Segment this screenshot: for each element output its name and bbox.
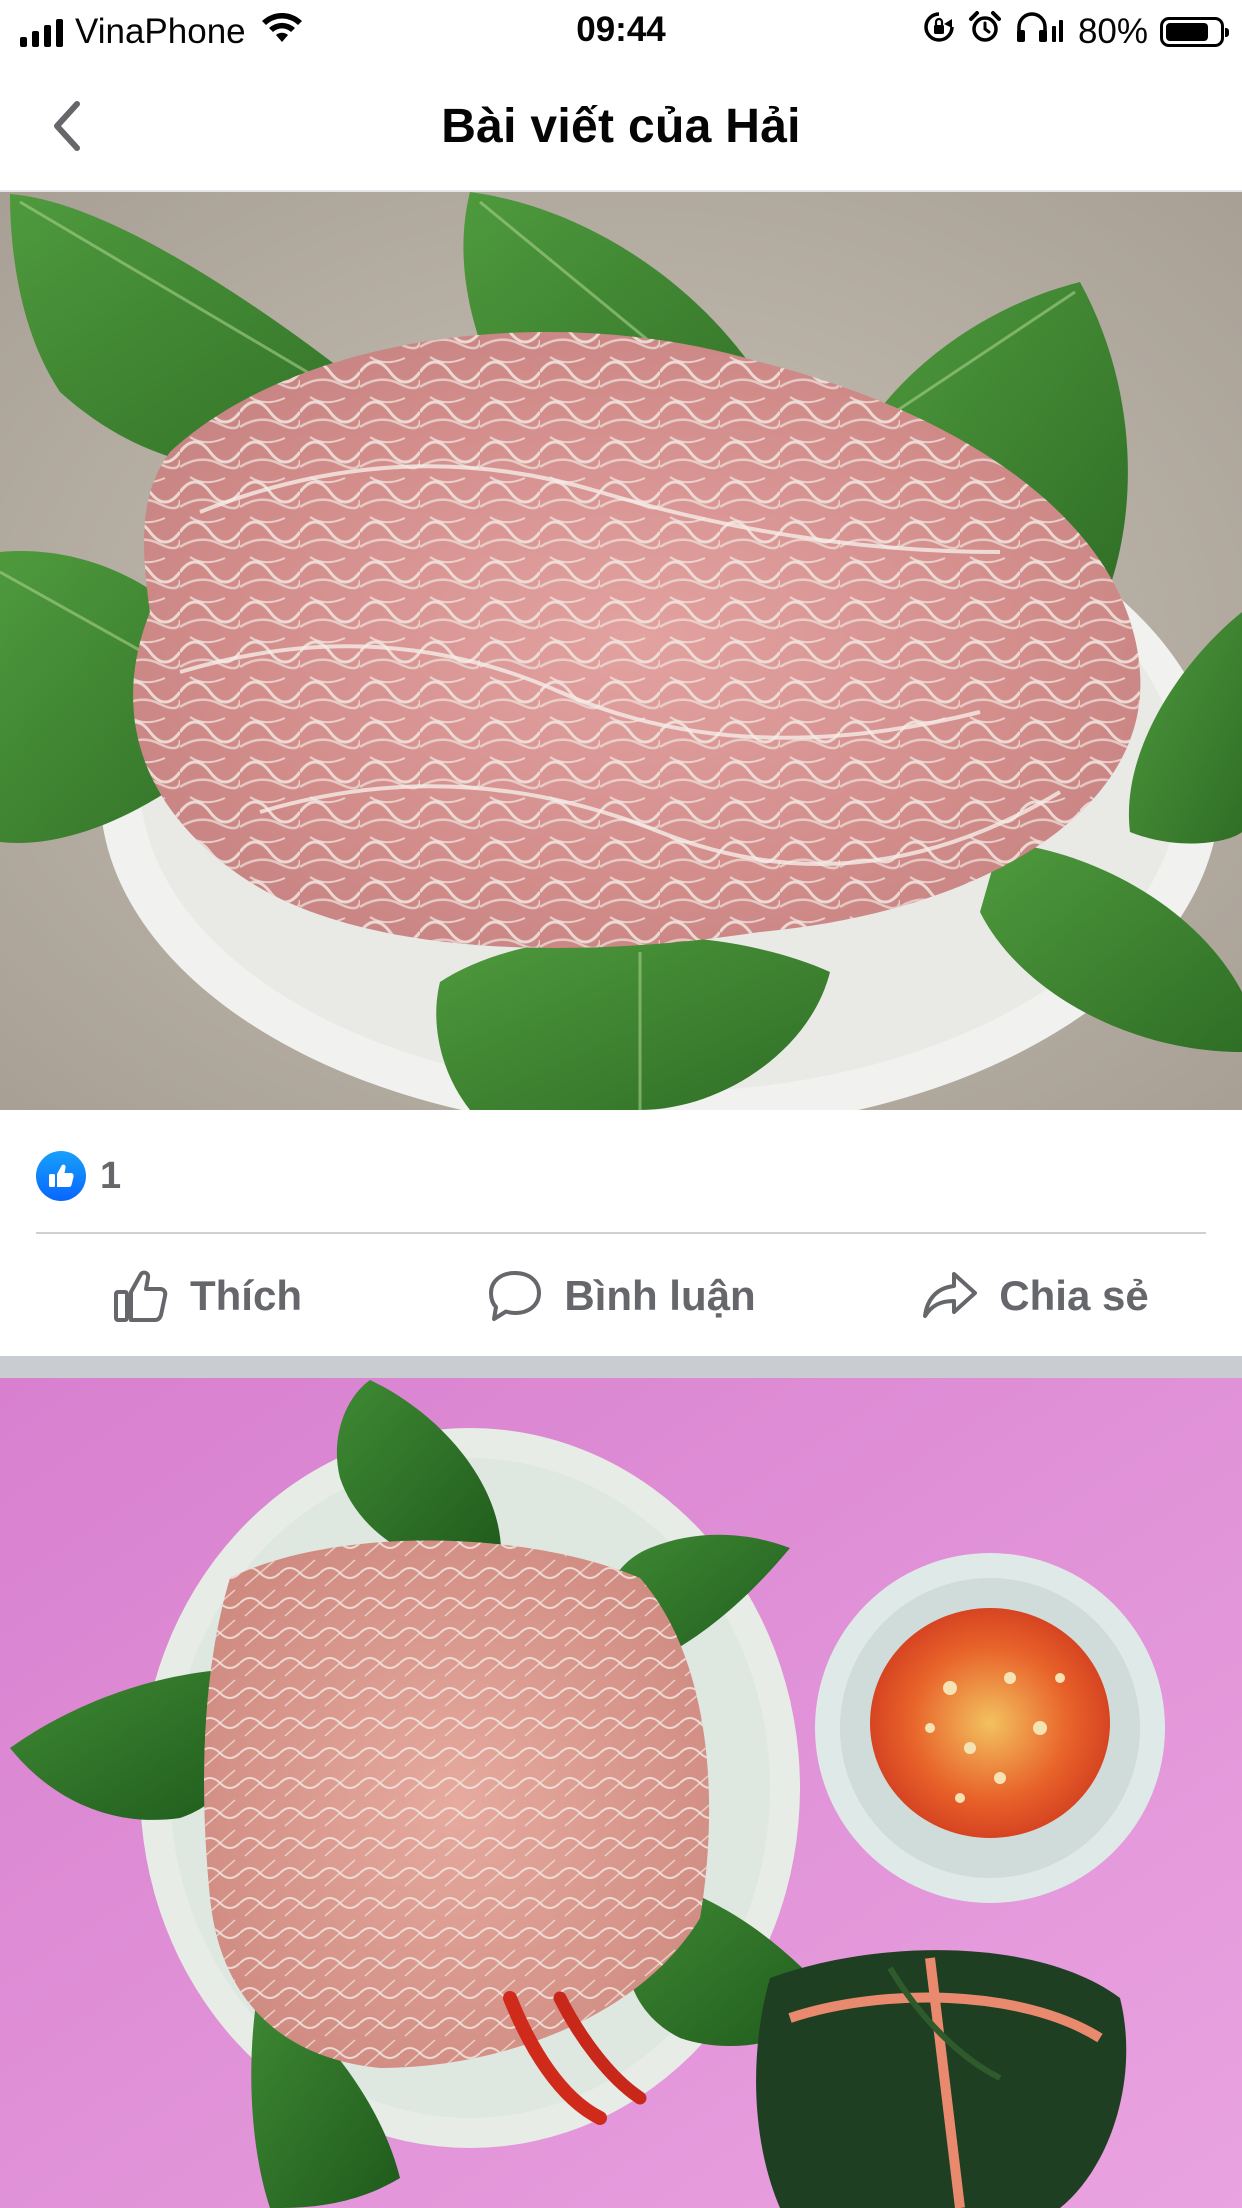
reaction-summary[interactable]: 1 <box>36 1148 121 1204</box>
battery-fill <box>1166 22 1208 41</box>
post-photo-2[interactable] <box>0 1378 1242 2208</box>
status-bar: VinaPhone 09:44 80% <box>0 0 1242 62</box>
rotation-lock-icon <box>922 10 956 53</box>
post-photo-1[interactable] <box>0 192 1242 1110</box>
post-action-bar: Thích Bình luận Chia sẻ <box>0 1234 1242 1358</box>
headphones-icon <box>1014 10 1066 53</box>
nav-header: Bài viết của Hải <box>0 62 1242 190</box>
like-icon <box>36 1151 86 1201</box>
like-label: Thích <box>190 1272 302 1319</box>
battery-icon <box>1160 16 1229 47</box>
alarm-icon <box>968 10 1002 53</box>
comment-label: Bình luận <box>564 1272 756 1319</box>
chevron-left-icon <box>54 101 80 151</box>
share-icon <box>923 1272 978 1318</box>
battery-percent: 80% <box>1077 11 1148 51</box>
like-button[interactable]: Thích <box>0 1234 414 1358</box>
share-button[interactable]: Chia sẻ <box>828 1234 1242 1358</box>
thumbs-up-icon <box>114 1270 168 1322</box>
page-title: Bài viết của Hải <box>441 99 801 153</box>
share-label: Chia sẻ <box>999 1272 1149 1319</box>
comment-button[interactable]: Bình luận <box>414 1234 828 1358</box>
post-separator <box>0 1356 1242 1378</box>
reaction-count: 1 <box>100 1154 122 1197</box>
comment-icon <box>489 1271 542 1321</box>
status-right: 80% <box>922 10 1229 53</box>
back-button[interactable] <box>40 96 92 156</box>
